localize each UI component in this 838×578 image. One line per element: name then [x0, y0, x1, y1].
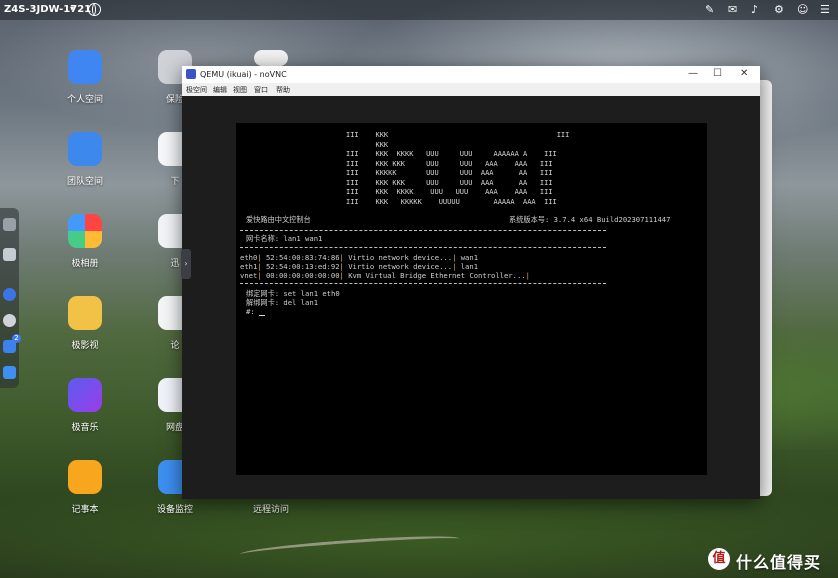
mail-icon[interactable]: ✉: [728, 3, 737, 16]
left-dock: 2: [0, 208, 21, 388]
grid-icon[interactable]: [3, 248, 16, 261]
menu-item-view[interactable]: 视图: [233, 85, 247, 95]
top-bar: Z4S-3JDW-1721 ▾ ✎ ✉ ♪ ⚙ ☺ ☰: [0, 0, 838, 20]
app-label: 团队空间: [66, 177, 103, 187]
bell-icon[interactable]: ♪: [751, 3, 758, 16]
app-label: 极音乐: [71, 423, 99, 433]
menu-icon[interactable]: ☰: [820, 3, 830, 16]
collapse-handle[interactable]: ›: [181, 249, 191, 279]
notification-badge: 2: [12, 334, 21, 343]
app-music[interactable]: 极音乐: [55, 378, 115, 433]
drive-icon[interactable]: [3, 218, 16, 231]
app-video[interactable]: 极影视: [55, 296, 115, 351]
window-title: QEMU (ikuai) - noVNC: [200, 70, 287, 79]
app-photos[interactable]: 极相册: [55, 214, 115, 269]
app-label: 设备监控: [156, 505, 193, 515]
chevron-down-icon[interactable]: ▾: [70, 4, 74, 13]
notepad-icon: [68, 460, 102, 494]
chart-icon[interactable]: [3, 366, 16, 379]
command-prompt[interactable]: #:: [246, 307, 265, 316]
console-screen[interactable]: III KKK III KKK III KKK KKKK UUU UUU AAA…: [236, 123, 707, 475]
device-name[interactable]: Z4S-3JDW-1721: [4, 4, 91, 15]
separator-line: [240, 283, 606, 284]
folder-icon: [68, 50, 102, 84]
app-label: 记事本: [71, 505, 99, 515]
separator-line: [240, 230, 606, 231]
app-team-space[interactable]: 团队空间: [55, 132, 115, 187]
nic-row-eth1: eth1| 52:54:00:13:ed:92| Virtio network …: [240, 262, 479, 271]
separator-line: [240, 247, 606, 248]
app-label: 远程访问: [252, 505, 289, 515]
system-version: 系统版本号: 3.7.4 x64 Build202307111447: [509, 215, 671, 224]
nic-name-header: 网卡名称: lan1 wan1: [246, 234, 323, 243]
close-button[interactable]: ✕: [740, 68, 748, 79]
team-folder-icon: [68, 132, 102, 166]
globe-icon[interactable]: [88, 3, 101, 16]
shield-icon[interactable]: [3, 288, 16, 301]
menu-item-help[interactable]: 帮助: [276, 85, 290, 95]
watermark-text: 什么值得买: [736, 553, 822, 572]
menu-bar: 极空间 编辑 视图 窗口 帮助: [182, 83, 760, 96]
app-personal-space[interactable]: 个人空间: [55, 50, 115, 105]
window-titlebar[interactable]: QEMU (ikuai) - noVNC — ☐ ✕: [182, 66, 760, 83]
app-notepad[interactable]: 记事本: [55, 460, 115, 515]
ikuai-ascii-logo: III KKK III KKK III KKK KKKK UUU UUU AAA…: [346, 131, 570, 206]
minimize-button[interactable]: —: [688, 68, 698, 79]
app-label: 极相册: [71, 259, 99, 269]
app-partial-icon: [254, 50, 288, 66]
photos-icon: [68, 214, 102, 248]
menu-item-edit[interactable]: 编辑: [213, 85, 227, 95]
settings-icon[interactable]: ⚙: [774, 3, 784, 16]
app-label: 个人空间: [66, 95, 103, 105]
app-hidden-top[interactable]: [241, 50, 301, 66]
text-cursor: [258, 315, 265, 316]
music-icon: [68, 378, 102, 412]
nic-row-vnet: vnet| 00:00:00:00:00:00| Kvm Virtual Bri…: [240, 271, 530, 280]
watermark-logo: 值: [708, 548, 730, 570]
app-label: 极影视: [71, 341, 99, 351]
vnc-canvas-area[interactable]: III KKK III KKK III KKK KKKK UUU UUU AAA…: [182, 96, 760, 499]
video-icon: [68, 296, 102, 330]
novnc-logo-icon: [186, 69, 196, 79]
console-title: 爱快路由中文控制台: [246, 215, 311, 224]
user-icon[interactable]: ☺: [797, 3, 808, 16]
menu-item-window[interactable]: 窗口: [254, 85, 268, 95]
settings-dock-icon[interactable]: [3, 314, 16, 327]
maximize-button[interactable]: ☐: [713, 68, 722, 79]
nic-row-eth0: eth0| 52:54:00:83:74:86| Virtio network …: [240, 253, 479, 262]
menu-item-zspace[interactable]: 极空间: [186, 85, 207, 95]
pin-icon[interactable]: ✎: [705, 3, 714, 16]
qemu-window[interactable]: QEMU (ikuai) - noVNC — ☐ ✕ 极空间 编辑 视图 窗口 …: [182, 66, 760, 499]
